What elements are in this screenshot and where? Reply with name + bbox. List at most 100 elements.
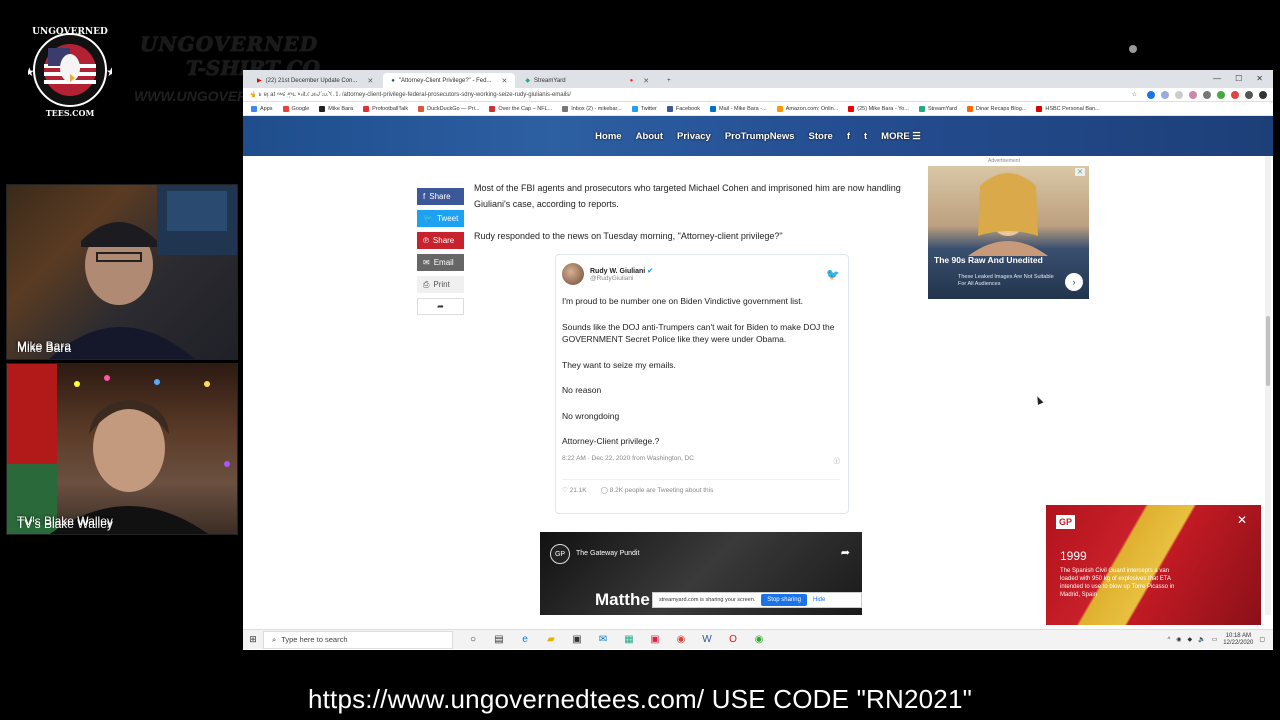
amazon-icon bbox=[776, 105, 783, 112]
bookmark-item[interactable]: Mike Bara bbox=[319, 105, 353, 112]
article-body: Most of the FBI agents and prosecutors w… bbox=[474, 180, 914, 260]
bookmark-item[interactable]: Inbox (2) - mikebar... bbox=[562, 105, 622, 112]
extension-icon[interactable] bbox=[1189, 90, 1197, 99]
article-paragraph: Rudy responded to the news on Tuesday mo… bbox=[474, 231, 783, 241]
cortana-icon[interactable]: ○ bbox=[467, 634, 479, 645]
advertisement[interactable]: ✕ The 90s Raw And Unedited These Leaked … bbox=[928, 166, 1089, 299]
edge-icon[interactable]: e bbox=[519, 634, 531, 645]
url-text[interactable]: thegatewaypundit.com/2020/12/attorney-cl… bbox=[256, 92, 1131, 98]
dropbox-icon[interactable]: ◆ bbox=[1188, 636, 1193, 643]
star-icon[interactable]: ☆ bbox=[1132, 91, 1137, 98]
embedded-tweet[interactable]: Rudy W. Giuliani ✔ @RudyGiuliani 🐦 I'm p… bbox=[555, 254, 849, 514]
twitter-icon[interactable]: t bbox=[864, 131, 867, 142]
tweet-timestamp[interactable]: 8:22 AM · Dec 22, 2020 from Washington, … bbox=[562, 455, 694, 465]
bookmark-item[interactable]: Amazon.com: Onlin... bbox=[776, 105, 838, 112]
nav-protrumpnews[interactable]: ProTrumpNews bbox=[725, 131, 795, 142]
close-window-icon[interactable]: ✕ bbox=[1256, 74, 1263, 83]
windows-start-icon[interactable]: ⊞ bbox=[243, 634, 263, 645]
address-bar[interactable]: 🔒 thegatewaypundit.com/2020/12/attorney-… bbox=[243, 88, 1273, 102]
kebab-menu-icon[interactable] bbox=[1259, 90, 1267, 99]
scrollbar[interactable] bbox=[1265, 156, 1271, 615]
tweet-text: I'm proud to be number one on Biden Vind… bbox=[562, 295, 840, 448]
nav-about[interactable]: About bbox=[636, 131, 663, 142]
task-view-icon[interactable]: ▤ bbox=[493, 634, 505, 645]
floating-video-popup[interactable]: GP ✕ 1999 The Spanish Civil Guard interc… bbox=[1046, 505, 1261, 625]
bookmark-item[interactable]: Over the Cap – NFL... bbox=[489, 105, 552, 112]
tab-gateway-pundit[interactable]: ● "Attorney-Client Privilege?" - Fed... … bbox=[383, 73, 516, 88]
nav-more-menu[interactable]: MORE ☰ bbox=[881, 131, 921, 142]
bookmark-item[interactable]: Dinar Recaps Blog... bbox=[966, 105, 1026, 112]
share-arrow-icon[interactable]: ➦ bbox=[841, 546, 850, 559]
bookmark-item[interactable]: DuckDuckGo — Pri... bbox=[418, 105, 479, 112]
app-icon[interactable]: ▦ bbox=[623, 634, 635, 645]
extension-icon[interactable] bbox=[1147, 90, 1155, 99]
nav-home[interactable]: Home bbox=[595, 131, 621, 142]
opera-icon[interactable]: O bbox=[727, 634, 739, 645]
extension-icon[interactable] bbox=[1231, 90, 1239, 99]
close-tab-icon[interactable]: ✕ bbox=[367, 77, 373, 85]
extension-icon[interactable] bbox=[1203, 90, 1211, 99]
bookmark-item[interactable]: StreamYard bbox=[918, 105, 957, 112]
more-share-button[interactable]: ➦ bbox=[417, 298, 464, 315]
tab-streamyard[interactable]: ◆ StreamYard ● ✕ bbox=[517, 73, 658, 88]
bookmark-item[interactable]: Twitter bbox=[631, 105, 657, 112]
extension-icon[interactable] bbox=[1161, 90, 1169, 99]
network-icon[interactable]: ◉ bbox=[1176, 636, 1181, 643]
share-pinterest-button[interactable]: ℗ Share bbox=[417, 232, 464, 249]
notification-icon[interactable]: ▢ bbox=[1259, 636, 1265, 643]
nav-store[interactable]: Store bbox=[809, 131, 833, 142]
chevron-up-icon[interactable]: ^ bbox=[1167, 637, 1170, 643]
maximize-icon[interactable]: ☐ bbox=[1235, 74, 1242, 83]
twitter-icon[interactable]: 🐦 bbox=[826, 268, 840, 281]
like-button[interactable]: ♡ 21.1K bbox=[562, 486, 587, 494]
bookmark-item[interactable]: Mail - Mike Bara -... bbox=[710, 105, 767, 112]
app-icon[interactable]: ◉ bbox=[753, 634, 765, 645]
facebook-icon bbox=[666, 105, 673, 112]
extension-icon[interactable] bbox=[1175, 90, 1183, 99]
battery-icon[interactable]: ▭ bbox=[1212, 636, 1218, 643]
taskbar-search[interactable]: ⌕ Type here to search bbox=[263, 630, 453, 649]
clock[interactable]: 10:18 AM 12/22/2020 bbox=[1223, 633, 1253, 647]
video-channel-name[interactable]: The Gateway Pundit bbox=[576, 550, 639, 557]
info-icon[interactable]: ⓘ bbox=[834, 455, 841, 465]
hsbc-icon bbox=[1036, 105, 1043, 112]
ad-close-icon[interactable]: ✕ bbox=[1075, 168, 1085, 176]
new-tab-button[interactable]: + bbox=[659, 73, 679, 88]
bookmark-item[interactable]: Google bbox=[282, 105, 309, 112]
volume-icon[interactable]: 🔈 bbox=[1198, 636, 1205, 643]
tab-youtube[interactable]: ▶ (22) 21st December Update Con... ✕ bbox=[249, 73, 382, 88]
bookmark-item[interactable]: (25) Mike Bara - Yo... bbox=[848, 105, 909, 112]
store-icon[interactable]: ▣ bbox=[571, 634, 583, 645]
mail-icon[interactable]: ✉ bbox=[597, 634, 609, 645]
chrome-icon[interactable]: ◉ bbox=[675, 634, 687, 645]
bookmark-item[interactable]: Apps bbox=[251, 105, 273, 112]
bookmark-item[interactable]: Facebook bbox=[666, 105, 700, 112]
hide-button[interactable]: Hide bbox=[813, 597, 825, 603]
facebook-icon[interactable]: f bbox=[847, 131, 850, 142]
avatar[interactable] bbox=[562, 263, 584, 285]
stop-sharing-button[interactable]: Stop sharing bbox=[761, 594, 807, 606]
powerpoint-icon[interactable]: ▣ bbox=[649, 634, 661, 645]
scroll-thumb[interactable] bbox=[1266, 316, 1270, 386]
tweet-author-name[interactable]: Rudy W. Giuliani ✔ bbox=[590, 267, 653, 275]
bookmark-item[interactable]: HSBC Personal Ban... bbox=[1036, 105, 1100, 112]
minimize-icon[interactable]: — bbox=[1213, 74, 1221, 83]
tweet-line: I'm proud to be number one on Biden Vind… bbox=[562, 296, 804, 306]
bookmark-item[interactable]: ProfootballTalk bbox=[363, 105, 408, 112]
tweeting-about-link[interactable]: ◯ 8.2K people are Tweeting about this bbox=[601, 486, 714, 494]
share-facebook-button[interactable]: f Share bbox=[417, 188, 464, 205]
tweet-button[interactable]: 🐦 Tweet bbox=[417, 210, 464, 227]
file-explorer-icon[interactable]: ▰ bbox=[545, 634, 557, 645]
email-button[interactable]: ✉ Email bbox=[417, 254, 464, 271]
chevron-right-icon[interactable]: › bbox=[1065, 273, 1083, 291]
tweet-handle[interactable]: @RudyGiuliani bbox=[590, 275, 653, 282]
extension-icon[interactable] bbox=[1217, 90, 1225, 99]
profile-avatar[interactable] bbox=[1245, 90, 1253, 99]
close-tab-icon[interactable]: ✕ bbox=[501, 77, 507, 85]
ad-label: Advertisement bbox=[988, 158, 1020, 164]
close-tab-icon[interactable]: ✕ bbox=[643, 77, 649, 85]
close-icon[interactable]: ✕ bbox=[1237, 513, 1247, 527]
print-button[interactable]: ⎙ Print bbox=[417, 276, 464, 293]
nav-privacy[interactable]: Privacy bbox=[677, 131, 711, 142]
word-icon[interactable]: W bbox=[701, 634, 713, 645]
